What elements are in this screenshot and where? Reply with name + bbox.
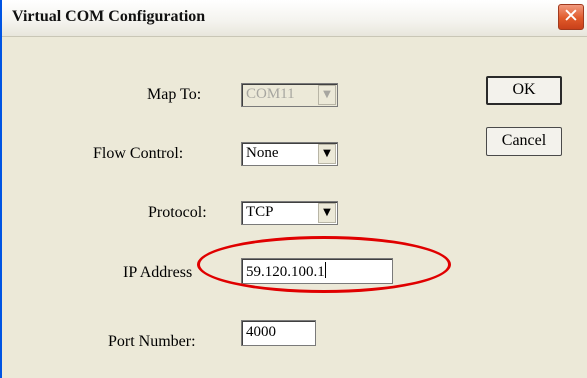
flow-control-label: Flow Control: xyxy=(93,145,184,162)
map-to-select[interactable]: COM11 ▼ xyxy=(241,83,338,107)
cancel-button[interactable]: Cancel xyxy=(486,127,562,156)
flow-control-select[interactable]: None ▼ xyxy=(241,142,338,166)
virtual-com-dialog: Virtual COM Configuration ✕ Map To: COM1… xyxy=(0,0,587,378)
protocol-label: Protocol: xyxy=(148,204,207,221)
chevron-down-icon[interactable]: ▼ xyxy=(318,203,336,223)
map-to-value: COM11 xyxy=(246,86,295,102)
protocol-select[interactable]: TCP ▼ xyxy=(241,201,338,225)
map-to-label: Map To: xyxy=(147,86,202,103)
ip-address-input[interactable]: 59.120.100.1 xyxy=(241,258,393,284)
flow-control-value: None xyxy=(246,145,279,161)
title-bar: Virtual COM Configuration ✕ xyxy=(2,0,587,37)
close-icon: ✕ xyxy=(563,5,579,27)
protocol-value: TCP xyxy=(246,204,274,220)
port-number-value: 4000 xyxy=(246,324,276,340)
chevron-down-icon[interactable]: ▼ xyxy=(318,144,336,164)
text-caret xyxy=(324,262,326,278)
ok-button[interactable]: OK xyxy=(486,76,562,105)
chevron-down-icon: ▼ xyxy=(318,85,336,105)
window-title: Virtual COM Configuration xyxy=(12,8,206,25)
close-button[interactable]: ✕ xyxy=(558,4,584,30)
ip-address-value: 59.120.100.1 xyxy=(246,264,325,280)
ip-address-label: IP Address xyxy=(123,264,193,281)
port-number-input[interactable]: 4000 xyxy=(241,320,316,346)
port-number-label: Port Number: xyxy=(108,333,196,350)
